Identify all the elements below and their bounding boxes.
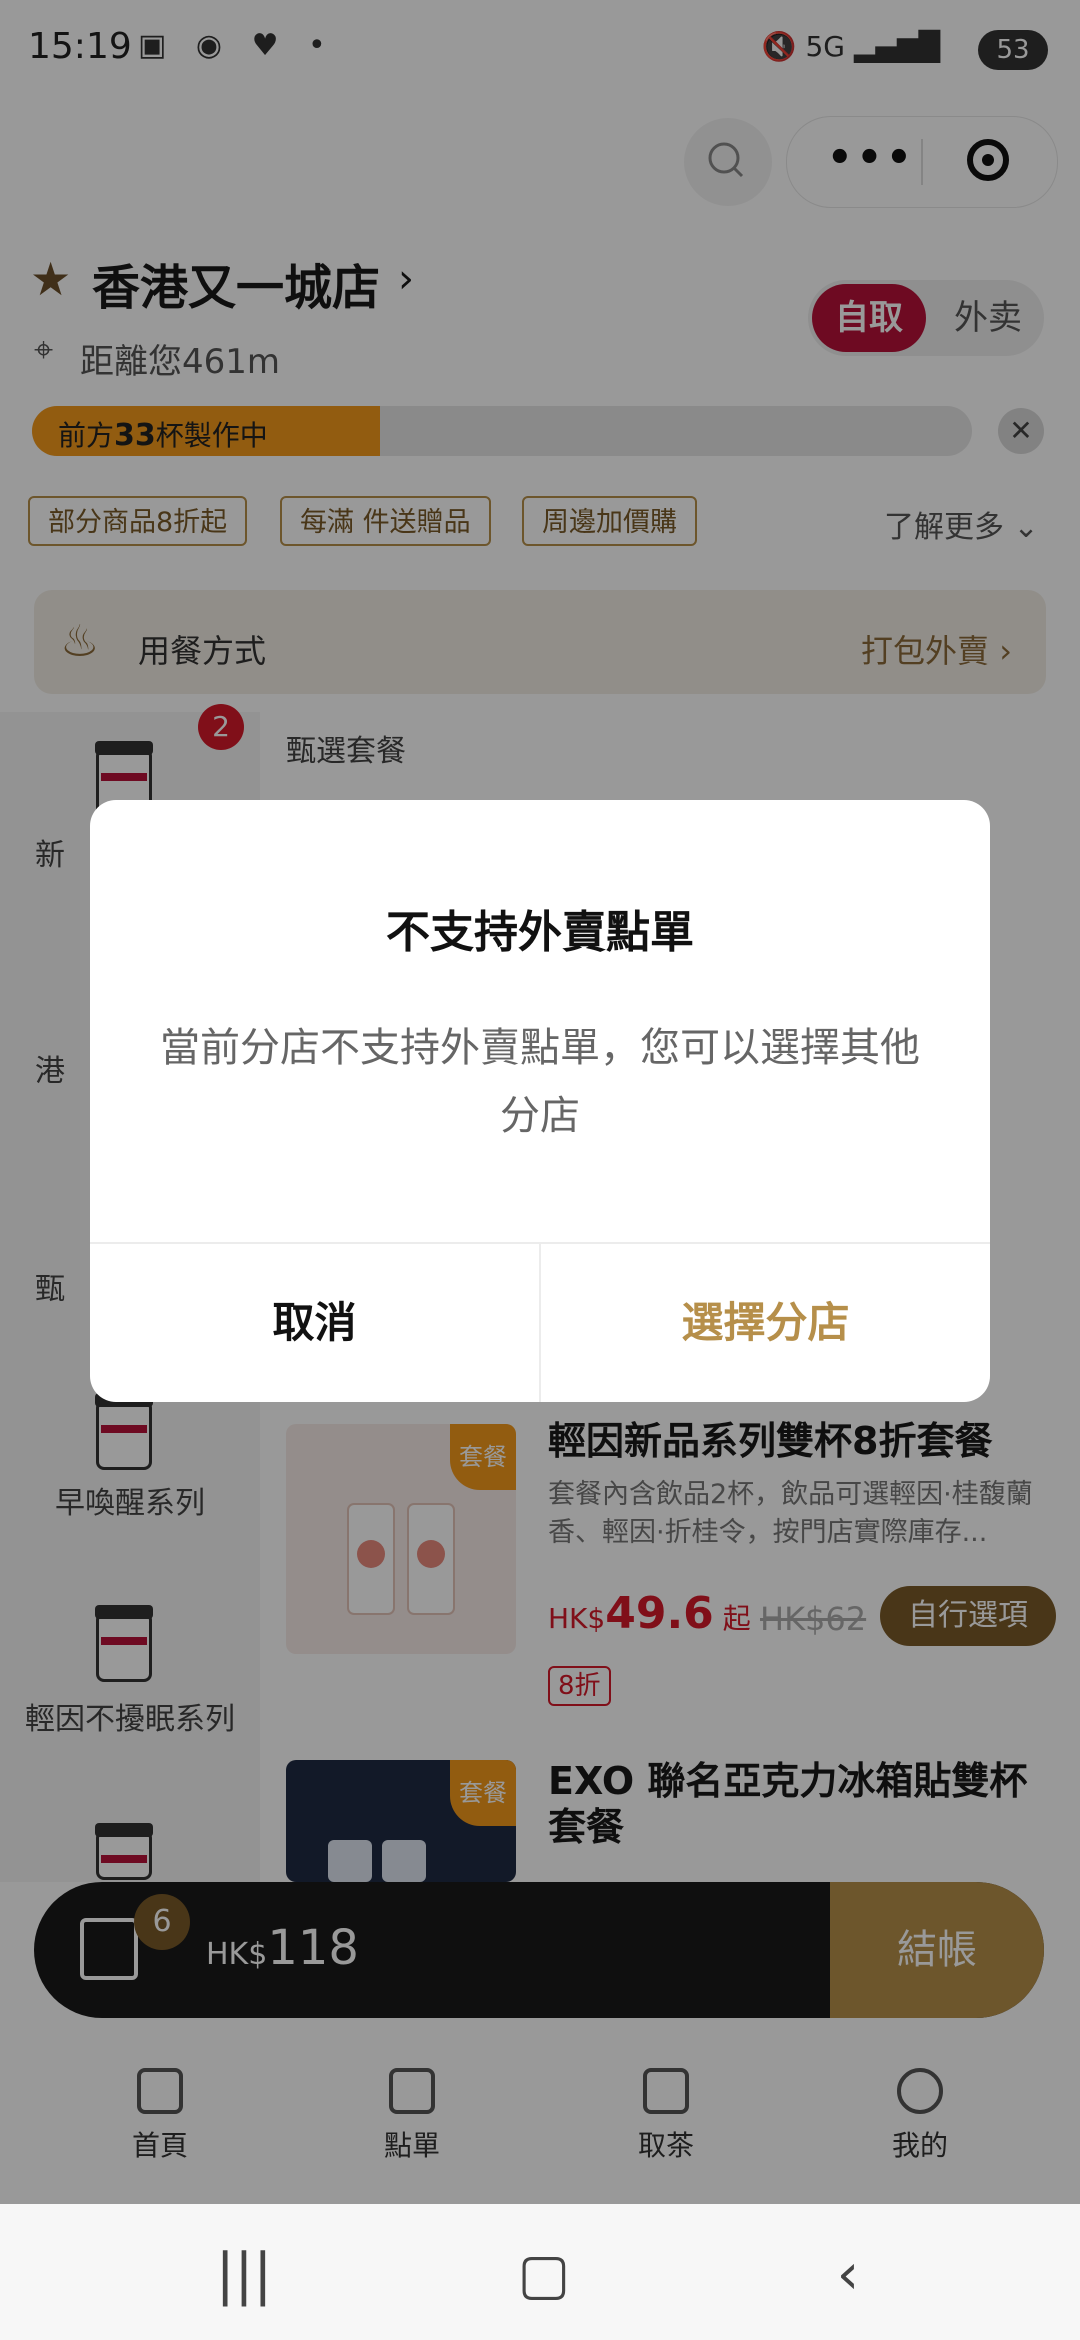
recents-icon[interactable]: ||| — [184, 2240, 304, 2310]
back-icon[interactable]: ‹ — [788, 2240, 908, 2310]
cancel-button[interactable]: 取消 — [90, 1244, 539, 1402]
home-button-icon[interactable]: ▢ — [484, 2240, 604, 2310]
system-nav-bar: ||| ▢ ‹ — [0, 2204, 1080, 2340]
delivery-unsupported-dialog: 不支持外賣點單 當前分店不支持外賣點單，您可以選擇其他分店 取消 選擇分店 — [90, 800, 990, 1402]
dialog-title: 不支持外賣點單 — [386, 907, 694, 958]
dialog-message: 當前分店不支持外賣點單，您可以選擇其他分店 — [160, 1025, 920, 1139]
choose-store-button[interactable]: 選擇分店 — [541, 1244, 990, 1402]
modal-backdrop-top — [0, 0, 1080, 100]
